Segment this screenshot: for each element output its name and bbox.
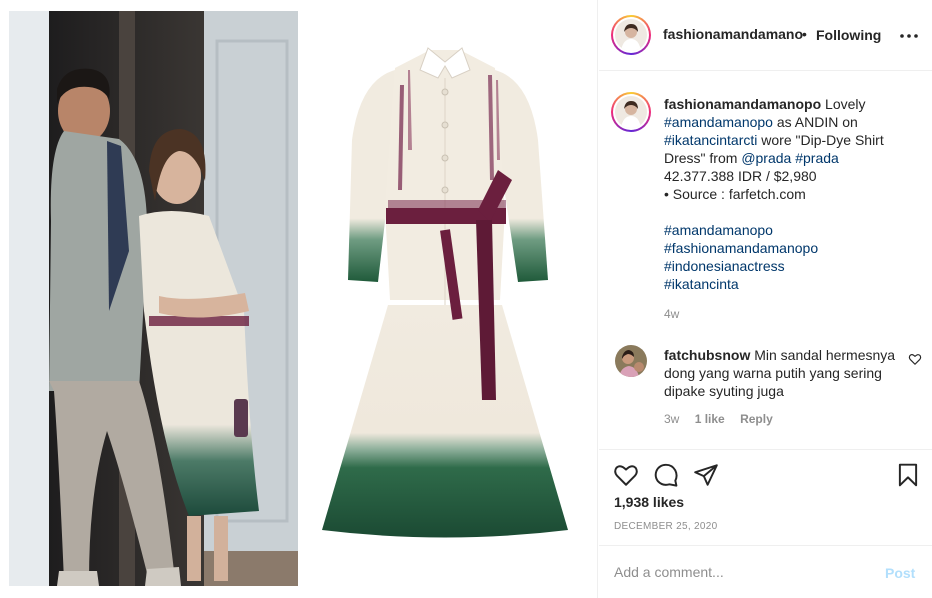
- comment-text: fatchubsnow Min sandal hermesnya dong ya…: [664, 346, 904, 400]
- caption-line2: as ANDIN on: [776, 114, 858, 130]
- post-side-panel: fashionamandamano • Following fashionama…: [599, 0, 932, 598]
- commenter-username[interactable]: fatchubsnow: [664, 347, 750, 363]
- reply-button[interactable]: Reply: [740, 412, 773, 426]
- caption-username[interactable]: fashionamandamanopo: [664, 96, 821, 112]
- likes-count[interactable]: 1,938 likes: [614, 494, 684, 510]
- comment-icon[interactable]: [653, 462, 679, 488]
- caption-price: 42.377.388 IDR / $2,980: [664, 168, 817, 184]
- comment-like-heart-icon[interactable]: [908, 352, 922, 366]
- comment-likes-count[interactable]: 1 like: [695, 412, 725, 426]
- post-header: fashionamandamano • Following: [599, 0, 932, 71]
- hashtag-link[interactable]: #amandamanopo: [664, 222, 773, 238]
- caption-timestamp[interactable]: 4w: [664, 307, 679, 321]
- post-media[interactable]: [0, 0, 598, 598]
- caption-text: fashionamandamanopo Lovely #amandamanopo…: [664, 95, 919, 293]
- caption-line1: Lovely: [825, 96, 866, 112]
- couple-photo: [9, 11, 298, 586]
- hashtag-link[interactable]: #amandamanopo: [664, 114, 773, 130]
- post-date[interactable]: DECEMBER 25, 2020: [614, 521, 717, 532]
- hashtag-link[interactable]: #prada: [795, 150, 839, 166]
- caption-source: • Source : farfetch.com: [664, 186, 806, 202]
- dress-product-photo: [300, 30, 590, 570]
- following-button[interactable]: Following: [816, 27, 881, 43]
- comment-timestamp[interactable]: 3w: [664, 412, 679, 426]
- bookmark-icon[interactable]: [895, 462, 921, 488]
- hashtag-link[interactable]: #ikatancinta: [664, 276, 739, 292]
- instagram-post: fashionamandamano • Following fashionama…: [0, 0, 932, 598]
- comment-input[interactable]: Add a comment...: [614, 564, 854, 580]
- hashtag-link[interactable]: #indonesianactress: [664, 258, 785, 274]
- separator-dot: •: [802, 26, 807, 42]
- author-avatar[interactable]: [611, 15, 651, 55]
- paper-plane-icon[interactable]: [693, 462, 719, 488]
- author-username[interactable]: fashionamandamano: [663, 26, 803, 42]
- mention-link[interactable]: @prada: [741, 150, 791, 166]
- avatar-image: [615, 96, 647, 128]
- add-comment-bar: Add a comment... Post: [599, 545, 932, 598]
- avatar-image: [615, 19, 647, 51]
- commenter-avatar[interactable]: [615, 345, 647, 377]
- more-horizontal-icon[interactable]: [897, 24, 921, 48]
- hashtag-link[interactable]: #fashionamandamanopo: [664, 240, 818, 256]
- caption-avatar[interactable]: [611, 92, 651, 132]
- hashtag-link[interactable]: #ikatancintarcti: [664, 132, 757, 148]
- action-bar: [599, 449, 932, 497]
- comment-meta: 3w 1 like Reply: [664, 412, 785, 426]
- heart-icon[interactable]: [613, 462, 639, 488]
- post-comment-button[interactable]: Post: [885, 565, 915, 581]
